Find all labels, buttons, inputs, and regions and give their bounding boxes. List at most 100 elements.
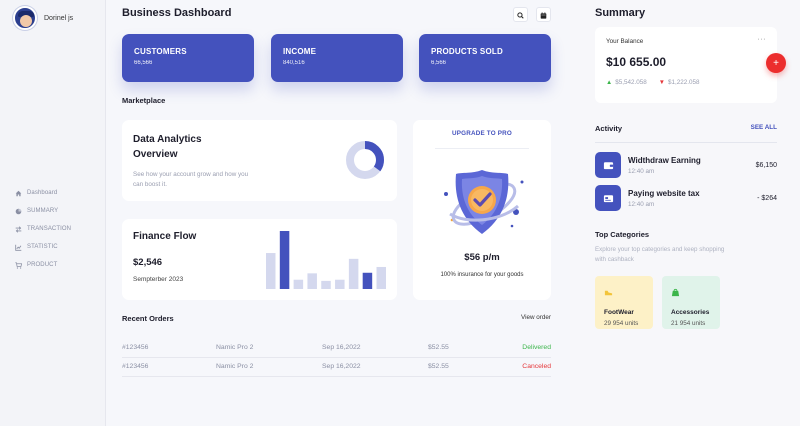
stat-card-customers[interactable]: CUSTOMERS 66,566 [122, 34, 254, 82]
activity-item[interactable]: Widthdraw Earning 12:40 am $6,150 [595, 152, 777, 178]
finance-bar [321, 280, 331, 289]
finance-bar-chart [266, 231, 386, 289]
stat-card-products-sold[interactable]: PRODUCTS SOLD 6,566 [419, 34, 551, 82]
balance-card: Your Balance ··· $10 655.00 ▲ $5,542.058… [595, 27, 777, 103]
shoe-icon [604, 290, 613, 296]
analytics-description: See how your account grow and how you ca… [133, 171, 249, 188]
sidebar: Dorinel js Dashboard SUMMARY TRANSACTION… [0, 0, 106, 426]
arrow-up-icon: ▲ [606, 79, 613, 86]
order-price: $52.55 [428, 343, 449, 351]
add-button[interactable]: + [766, 53, 786, 73]
sidebar-item-label: TRANSACTION [27, 226, 72, 232]
finance-bar [293, 279, 304, 289]
summary-panel: Summary Your Balance ··· $10 655.00 ▲ $5… [570, 0, 800, 426]
bag-icon [671, 288, 680, 297]
divider [435, 148, 529, 149]
stat-value: 6,566 [431, 60, 447, 66]
upgrade-to-pro-link[interactable]: UPGRADE TO PRO [452, 130, 512, 137]
sidebar-item-summary[interactable]: SUMMARY [13, 202, 71, 220]
marketplace-heading: Marketplace [122, 96, 166, 105]
home-icon [13, 190, 23, 197]
user-profile[interactable]: Dorinel js [13, 6, 73, 30]
order-id: #123456 [122, 363, 149, 371]
balance-trend: ▲ $5,542.058 ▼ $1,222.058 [606, 79, 766, 86]
finance-bar [335, 279, 345, 289]
order-product: Namic Pro 2 [216, 363, 254, 371]
finance-bar [376, 266, 386, 289]
activity-name: Paying website tax [628, 188, 700, 198]
analytics-card[interactable]: Data Analytics Overview See how your acc… [122, 120, 397, 201]
cart-icon [13, 261, 23, 269]
top-categories-title: Top Categories [595, 230, 650, 239]
chart-icon [13, 244, 23, 251]
activity-time: 12:40 am [628, 200, 655, 208]
top-categories-subtitle: Explore your top categories and keep sho… [595, 246, 725, 263]
recent-orders-title: Recent Orders [122, 314, 174, 323]
summary-title: Summary [595, 7, 646, 19]
order-status: Canceled [522, 363, 551, 371]
pie-icon [13, 208, 23, 215]
finance-bar [348, 258, 359, 289]
activity-amount: $6,150 [755, 161, 777, 169]
balance-amount: $10 655.00 [606, 55, 667, 69]
activity-item[interactable]: Paying website tax 12:40 am - $264 [595, 185, 777, 211]
stat-value: 840,516 [283, 60, 305, 66]
recent-orders-header: Recent Orders View order [122, 314, 551, 323]
swap-icon [13, 225, 23, 233]
stat-label: CUSTOMERS [134, 47, 187, 56]
see-all-link[interactable]: SEE ALL [751, 124, 777, 133]
activity-header: Activity SEE ALL [595, 124, 777, 133]
stat-card-income[interactable]: INCOME 840,516 [271, 34, 403, 82]
balance-label: Your Balance [606, 38, 644, 45]
card-icon [595, 185, 621, 211]
sidebar-item-label: PRODUCT [27, 262, 58, 268]
activity-title: Activity [595, 124, 623, 133]
order-date: Sep 16,2022 [322, 363, 361, 371]
sidebar-item-product[interactable]: PRODUCT [13, 256, 71, 274]
plus-icon: + [773, 57, 779, 69]
donut-chart [346, 141, 384, 179]
table-row[interactable]: #123456 Namic Pro 2 Sep 16,2022 $52.55 C… [122, 358, 551, 377]
order-product: Namic Pro 2 [216, 343, 254, 351]
upgrade-note: 100% insurance for your goods [440, 272, 524, 278]
shield-check-illustration [444, 170, 524, 234]
activity-name: Widthdraw Earning [628, 155, 701, 165]
sidebar-item-transaction[interactable]: TRANSACTION [13, 220, 71, 238]
order-date: Sep 16,2022 [322, 343, 361, 351]
activity-amount: - $264 [757, 194, 777, 202]
page-title: Business Dashboard [122, 7, 232, 19]
expense-trend: ▼ $1,222.058 [659, 79, 700, 86]
order-status: Delivered [522, 343, 551, 351]
category-name: FootWear [604, 309, 634, 316]
finance-flow-card[interactable]: Finance Flow $2,546 Sempterber 2023 [122, 219, 397, 300]
finance-bar [279, 231, 290, 289]
calendar-button[interactable] [536, 7, 551, 22]
category-card-footwear[interactable]: FootWear 29 954 units [595, 276, 653, 329]
category-card-accessories[interactable]: Accessories 21 954 units [662, 276, 720, 329]
sidebar-item-label: STATISTIC [27, 244, 58, 250]
order-id: #123456 [122, 343, 149, 351]
upgrade-price: $56 p/m [464, 252, 500, 263]
profile-name: Dorinel js [44, 14, 74, 22]
sidebar-nav: Dashboard SUMMARY TRANSACTION STATISTIC … [13, 184, 71, 274]
search-icon [517, 6, 524, 24]
income-value: $5,542.058 [615, 79, 647, 86]
table-row[interactable]: #123456 Namic Pro 2 Sep 16,2022 $52.55 D… [122, 338, 551, 358]
wallet-icon [595, 152, 621, 178]
activity-time: 12:40 am [628, 167, 655, 175]
stat-value: 66,566 [134, 60, 153, 66]
finance-bar [266, 253, 276, 289]
category-units: 21 954 units [671, 320, 706, 327]
divider [595, 142, 777, 143]
sidebar-item-label: Dashboard [27, 190, 58, 196]
search-button[interactable] [513, 7, 528, 22]
stat-label: INCOME [283, 47, 317, 56]
stat-label: PRODUCTS SOLD [431, 47, 503, 56]
sidebar-item-dashboard[interactable]: Dashboard [13, 184, 71, 202]
arrow-down-icon: ▼ [658, 79, 665, 86]
income-trend: ▲ $5,542.058 [606, 79, 647, 86]
view-order-link[interactable]: View order [521, 314, 551, 323]
finance-bar [362, 272, 373, 289]
more-menu-icon[interactable]: ··· [758, 36, 767, 43]
sidebar-item-statistic[interactable]: STATISTIC [13, 238, 71, 256]
